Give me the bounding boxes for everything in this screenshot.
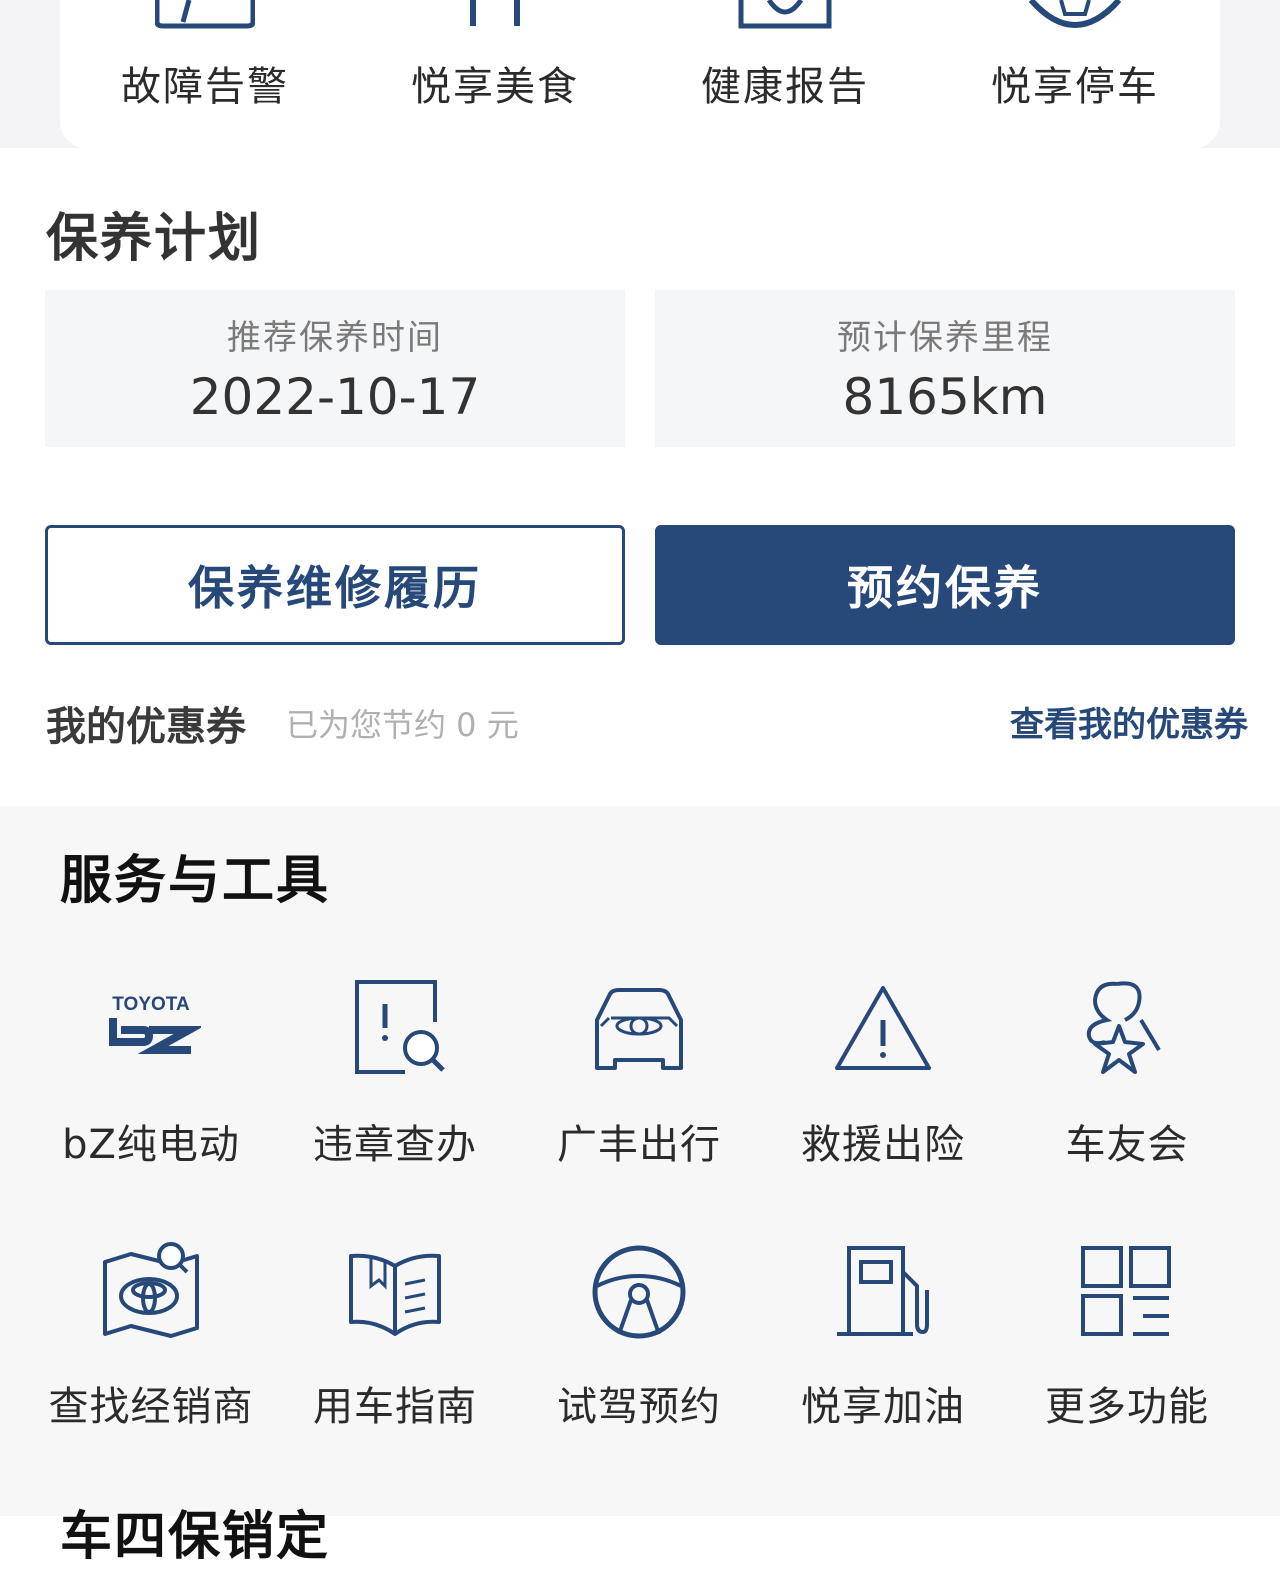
maintenance-history-button[interactable]: 保养维修履历 — [45, 525, 625, 645]
quick-action-label: 悦享美食 — [411, 64, 579, 110]
quick-action-fault-alert[interactable]: 故障告警 — [60, 0, 350, 148]
guide-book-icon — [345, 1242, 445, 1342]
tool-label: 广丰出行 — [557, 1122, 721, 1168]
violation-search-icon — [345, 980, 445, 1080]
quick-action-label: 故障告警 — [121, 64, 289, 110]
quick-actions-card: 故障告警 悦享美食 健康报告 悦享停车 — [60, 0, 1220, 148]
view-coupons-link[interactable]: 查看我的优惠券 — [1010, 697, 1248, 746]
tool-find-dealer[interactable]: 查找经销商 — [29, 1242, 273, 1482]
fuel-pump-icon — [833, 1242, 933, 1342]
tool-rescue-insurance[interactable]: 救援出险 — [761, 980, 1005, 1220]
tool-gtmc-mobility[interactable]: 广丰出行 — [517, 980, 761, 1220]
estimated-mileage-label: 预计保养里程 — [837, 318, 1053, 358]
coupons-saved-text: 已为您节约 0 元 — [286, 706, 519, 744]
tool-refuel[interactable]: 悦享加油 — [761, 1242, 1005, 1482]
dealer-map-icon — [101, 1242, 201, 1342]
tool-more[interactable]: 更多功能 — [1005, 1242, 1249, 1482]
car-front-icon — [589, 980, 689, 1080]
coupons-title: 我的优惠券 — [46, 704, 246, 750]
steering-wheel-icon — [589, 1242, 689, 1342]
estimated-mileage-value: 8165km — [842, 368, 1048, 426]
toyota-bz-logo-icon: TOYOTA — [101, 980, 205, 1080]
tool-label: 更多功能 — [1045, 1384, 1209, 1430]
estimated-mileage-card: 预计保养里程 8165km — [655, 290, 1235, 447]
tool-label: 悦享加油 — [801, 1384, 965, 1430]
dining-icon — [455, 0, 535, 34]
car-alert-icon — [154, 0, 256, 34]
warning-triangle-icon — [833, 980, 933, 1080]
tool-label: 试驾预约 — [557, 1384, 721, 1430]
tool-bz-electric[interactable]: TOYOTA bZ纯电动 — [29, 980, 273, 1220]
club-star-icon — [1077, 980, 1177, 1080]
next-section-title: 车四保销定 — [60, 1507, 331, 1567]
quick-action-label: 健康报告 — [701, 64, 869, 110]
tool-car-guide[interactable]: 用车指南 — [273, 1242, 517, 1482]
tool-label: 违章查办 — [313, 1122, 477, 1168]
toyota-logo-text: TOYOTA — [112, 994, 190, 1015]
maintenance-title: 保养计划 — [46, 209, 263, 269]
tools-title: 服务与工具 — [60, 851, 331, 911]
tool-test-drive[interactable]: 试驾预约 — [517, 1242, 761, 1482]
tool-label: 车友会 — [1065, 1122, 1189, 1168]
tool-label: 查找经销商 — [48, 1384, 254, 1430]
tool-car-club[interactable]: 车友会 — [1005, 980, 1249, 1220]
recommended-time-value: 2022-10-17 — [189, 368, 481, 426]
quick-action-parking[interactable]: 悦享停车 — [930, 0, 1220, 148]
more-grid-icon — [1077, 1242, 1177, 1342]
parking-icon — [1025, 0, 1125, 34]
tool-label: 救援出险 — [801, 1122, 965, 1168]
quick-action-label: 悦享停车 — [991, 64, 1159, 110]
recommended-time-label: 推荐保养时间 — [227, 318, 443, 358]
quick-action-dining[interactable]: 悦享美食 — [350, 0, 640, 148]
tool-violation-check[interactable]: 违章查办 — [273, 980, 517, 1220]
tool-label: bZ纯电动 — [62, 1122, 240, 1168]
health-report-icon — [735, 0, 835, 34]
recommended-time-card: 推荐保养时间 2022-10-17 — [45, 290, 625, 447]
quick-action-health-report[interactable]: 健康报告 — [640, 0, 930, 148]
book-maintenance-button[interactable]: 预约保养 — [655, 525, 1235, 645]
tool-label: 用车指南 — [313, 1384, 477, 1430]
